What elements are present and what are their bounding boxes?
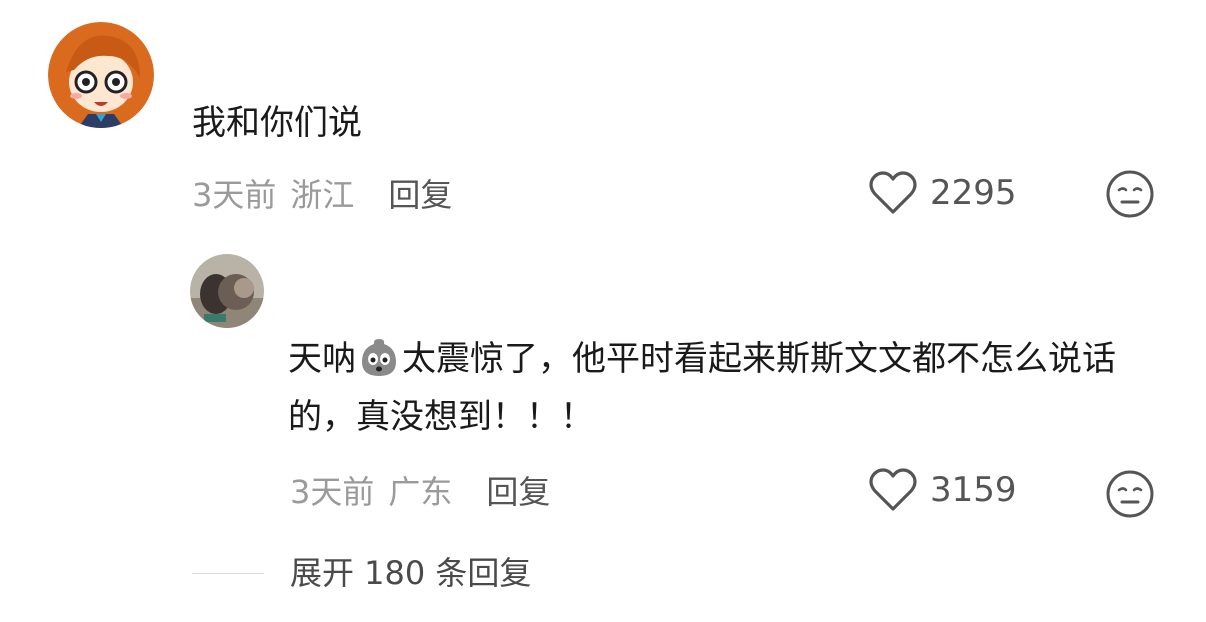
comment-text-part: 太震惊了，他平时看起来斯斯文文都不怎么说话的，真没想到！！！ (288, 339, 1116, 437)
comment-time: 3天前 (290, 473, 375, 511)
reply-button[interactable]: 回复 (486, 467, 550, 513)
like-button[interactable]: 2295 (868, 170, 1017, 216)
like-count: 3159 (930, 470, 1017, 510)
neutral-face-icon (1106, 170, 1154, 218)
heart-outline-icon (869, 171, 917, 214)
divider (192, 573, 264, 574)
dislike-button[interactable] (1104, 168, 1156, 224)
dislike-button[interactable] (1104, 468, 1156, 524)
avatar[interactable] (190, 254, 264, 328)
scared-face-emoji-icon (358, 336, 400, 378)
comment-location: 广东 (388, 473, 453, 511)
comment-meta: 3天前 广东 回复 (290, 467, 550, 513)
like-count: 2295 (930, 173, 1017, 213)
anime-girl-avatar-icon (48, 22, 154, 128)
comment-text: 天呐 太震惊了，他平时看起来斯斯文文都不怎么说话的，真没想到！！！ (288, 330, 1168, 446)
comment-text-part: 天呐 (288, 339, 356, 379)
neutral-face-icon (1106, 470, 1154, 518)
heart-outline-icon (869, 468, 917, 511)
comment-meta: 3天前 浙江 回复 (192, 170, 452, 216)
like-button[interactable]: 3159 (868, 467, 1017, 513)
expand-replies-button[interactable]: 展开 180 条回复 (290, 550, 531, 596)
comment-text: 我和你们说 (192, 103, 362, 143)
cats-photo-avatar-icon (190, 254, 264, 328)
comment-location: 浙江 (290, 176, 355, 214)
reply-button[interactable]: 回复 (388, 170, 452, 216)
comment-time: 3天前 (192, 176, 277, 214)
avatar[interactable] (48, 22, 154, 128)
